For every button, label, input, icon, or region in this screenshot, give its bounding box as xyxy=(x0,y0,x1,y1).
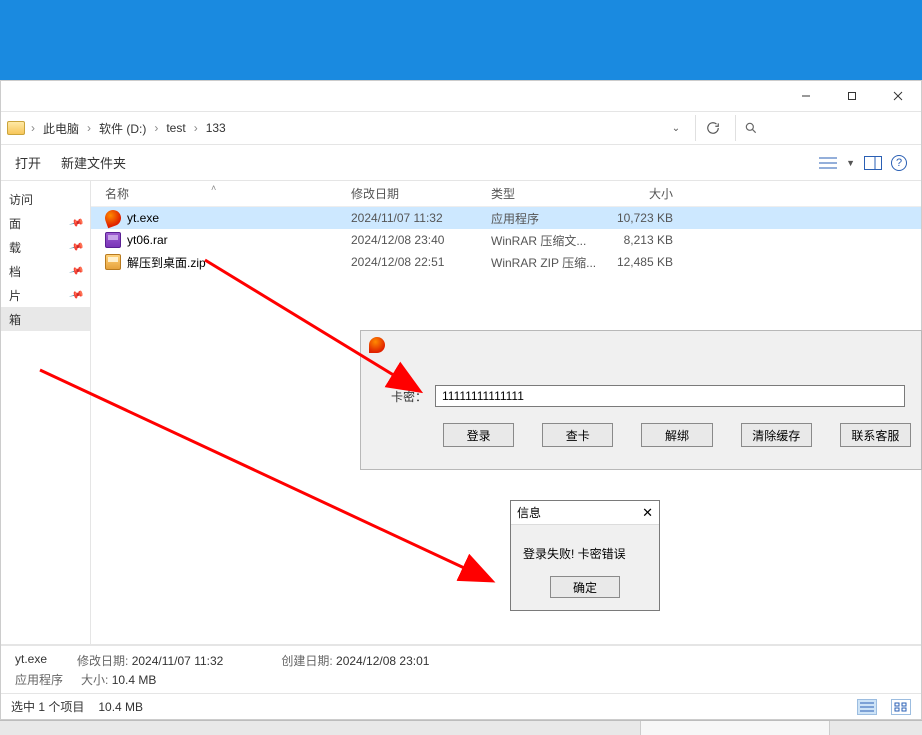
login-button[interactable]: 登录 xyxy=(443,423,514,447)
navigation-pane: 访问 面📌 载📌 档📌 片📌 箱 xyxy=(1,181,91,644)
login-panel: 卡密： 登录 查卡 解绑 清除缓存 联系客服 xyxy=(360,330,922,470)
pin-icon: 📌 xyxy=(68,239,84,255)
search-box[interactable] xyxy=(735,115,915,141)
taskbar xyxy=(0,720,922,735)
file-modified: 2024/11/07 11:32 xyxy=(351,211,491,225)
view-mode-icons-icon[interactable] xyxy=(891,699,911,715)
refresh-button[interactable] xyxy=(695,115,729,141)
status-bar: 选中 1 个项目 10.4 MB xyxy=(1,693,921,719)
file-type: WinRAR 压缩文... xyxy=(491,232,613,249)
preview-pane-icon[interactable] xyxy=(863,155,883,171)
sort-indicator-icon: ˄ xyxy=(211,183,216,193)
breadcrumb-item[interactable]: 133 xyxy=(204,119,228,137)
sidebar-item[interactable]: 访问 xyxy=(1,187,90,211)
sidebar-item[interactable]: 档📌 xyxy=(1,259,90,283)
pin-icon: 📌 xyxy=(68,263,84,279)
window-maximize-button[interactable] xyxy=(829,81,875,111)
pin-icon: 📌 xyxy=(68,287,84,303)
file-row[interactable]: yt.exe 2024/11/07 11:32 应用程序 10,723 KB xyxy=(91,207,921,229)
status-size: 10.4 MB xyxy=(98,700,143,714)
command-bar: 打开 新建文件夹 ▼ ? xyxy=(1,145,921,181)
file-modified: 2024/12/08 22:51 xyxy=(351,255,491,269)
new-folder-button[interactable]: 新建文件夹 xyxy=(61,153,126,172)
pin-icon: 📌 xyxy=(68,215,84,231)
search-icon xyxy=(744,121,758,135)
file-modified: 2024/12/08 23:40 xyxy=(351,233,491,247)
message-dialog: 信息 ✕ 登录失败! 卡密错误 确定 xyxy=(510,500,660,611)
file-size: 12,485 KB xyxy=(613,255,693,269)
address-bar: › 此电脑 › 软件 (D:) › test › 133 ⌄ xyxy=(1,111,921,145)
contact-button[interactable]: 联系客服 xyxy=(840,423,911,447)
login-panel-title xyxy=(361,331,921,359)
taskbar-app-tab[interactable] xyxy=(640,721,830,735)
dialog-title: 信息 xyxy=(517,504,541,521)
sidebar-item[interactable]: 箱 xyxy=(1,307,90,331)
breadcrumb-item[interactable]: 此电脑 xyxy=(41,118,81,139)
rar-icon xyxy=(105,232,121,248)
details-pane: yt.exe 修改日期: 2024/11/07 11:32 创建日期: 2024… xyxy=(1,645,921,693)
open-button[interactable]: 打开 xyxy=(15,153,41,172)
column-header-name[interactable]: 名称 ˄ xyxy=(91,185,351,202)
flame-icon xyxy=(103,208,124,229)
dialog-body: 登录失败! 卡密错误 xyxy=(511,525,659,576)
file-size: 10,723 KB xyxy=(613,211,693,225)
file-type: 应用程序 xyxy=(491,210,613,227)
sidebar-item[interactable]: 片📌 xyxy=(1,283,90,307)
clear-cache-button[interactable]: 清除缓存 xyxy=(741,423,812,447)
file-row[interactable]: yt06.rar 2024/12/08 23:40 WinRAR 压缩文... … xyxy=(91,229,921,251)
zip-icon xyxy=(105,254,121,270)
card-key-input[interactable] xyxy=(435,385,905,407)
breadcrumb[interactable]: › 此电脑 › 软件 (D:) › test › 133 xyxy=(31,118,228,139)
file-name: yt06.rar xyxy=(127,233,168,247)
card-key-label: 卡密： xyxy=(391,388,427,405)
dialog-close-button[interactable]: ✕ xyxy=(642,505,653,521)
view-mode-details-icon[interactable] xyxy=(857,699,877,715)
unbind-button[interactable]: 解绑 xyxy=(641,423,712,447)
file-size: 8,213 KB xyxy=(613,233,693,247)
breadcrumb-item[interactable]: 软件 (D:) xyxy=(97,118,148,139)
help-icon[interactable]: ? xyxy=(891,155,907,171)
address-dropdown-icon[interactable]: ⌄ xyxy=(667,123,685,134)
details-filename: yt.exe xyxy=(15,652,59,669)
window-close-button[interactable] xyxy=(875,81,921,111)
status-selection: 选中 1 个项目 xyxy=(11,698,84,715)
view-details-icon[interactable] xyxy=(818,155,838,171)
chevron-down-icon[interactable]: ▼ xyxy=(846,158,855,168)
column-header-type[interactable]: 类型 xyxy=(491,185,613,202)
window-titlebar xyxy=(1,81,921,111)
window-minimize-button[interactable] xyxy=(783,81,829,111)
file-name: yt.exe xyxy=(127,211,159,225)
column-header-size[interactable]: 大小 xyxy=(613,185,693,202)
breadcrumb-item[interactable]: test xyxy=(164,119,187,137)
details-type: 应用程序 xyxy=(15,671,63,688)
file-name: 解压到桌面.zip xyxy=(127,254,206,271)
file-type: WinRAR ZIP 压缩... xyxy=(491,254,613,271)
sidebar-item[interactable]: 面📌 xyxy=(1,211,90,235)
view-options: ▼ ? xyxy=(818,155,907,171)
folder-icon xyxy=(7,121,25,135)
dialog-ok-button[interactable]: 确定 xyxy=(550,576,620,598)
flame-icon xyxy=(369,337,385,353)
sidebar-item[interactable]: 载📌 xyxy=(1,235,90,259)
file-row[interactable]: 解压到桌面.zip 2024/12/08 22:51 WinRAR ZIP 压缩… xyxy=(91,251,921,273)
check-button[interactable]: 查卡 xyxy=(542,423,613,447)
column-header-modified[interactable]: 修改日期 xyxy=(351,185,491,202)
column-headers: 名称 ˄ 修改日期 类型 大小 xyxy=(91,181,921,207)
